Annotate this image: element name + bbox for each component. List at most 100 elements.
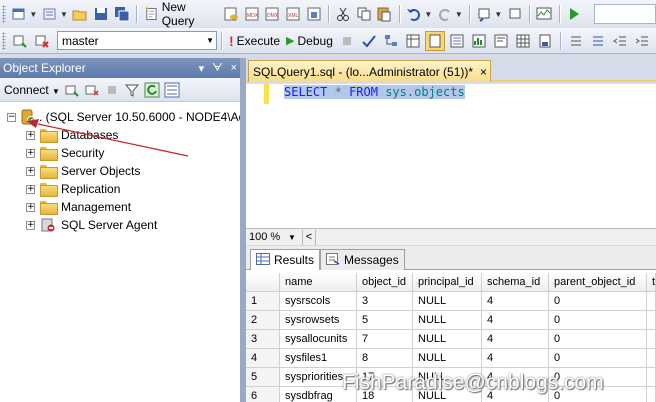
expand-icon[interactable]: + [26,202,35,212]
debug-button[interactable]: ▶ Debug [283,30,336,52]
cell-schema-id[interactable]: 4 [482,311,549,330]
uncomment-icon[interactable] [588,31,608,51]
connect-object-explorer-icon[interactable] [63,80,81,100]
tree-node-replication[interactable]: + Replication [26,180,120,198]
results-to-text-icon[interactable] [491,31,511,51]
cell-rownum[interactable]: 3 [246,330,280,349]
stop-icon[interactable] [103,80,121,100]
tab-results[interactable]: Results [250,249,321,270]
column-header-rownum[interactable] [246,273,280,292]
toolbar-grip[interactable] [2,31,6,50]
new-project-icon[interactable] [10,4,29,24]
disconnect-icon[interactable] [32,31,52,51]
table-row[interactable]: 1 sysrscols 3 NULL 4 0 [246,292,656,311]
cell-schema-id[interactable]: 4 [482,292,549,311]
undo-dropdown-icon[interactable]: ▼ [424,10,432,19]
cell-name[interactable]: sysrscols [280,292,357,311]
database-engine-query-icon[interactable] [222,4,241,24]
cell-parent-object-id[interactable]: 0 [549,349,647,368]
server-node[interactable]: − . (SQL Server 10.50.6000 - NODE4\Adr [7,108,249,126]
navigate-back-dropdown-icon[interactable]: ▼ [494,10,502,19]
connect-button[interactable]: Connect ▼ [4,83,60,97]
query-document-tab[interactable]: SQLQuery1.sql - (lo...Administrator (51)… [248,60,491,82]
display-estimated-plan-icon[interactable] [381,31,401,51]
redo-icon[interactable] [435,4,454,24]
cell-rownum[interactable]: 6 [246,387,280,402]
disconnect-object-explorer-icon[interactable] [83,80,101,100]
cell-type[interactable] [647,311,656,330]
chevron-down-icon[interactable]: ▼ [288,233,302,242]
undo-icon[interactable] [405,4,424,24]
find-input[interactable] [594,4,656,24]
sql-compact-query-icon[interactable] [304,4,323,24]
increase-indent-icon[interactable] [632,31,652,51]
cell-object-id[interactable]: 3 [357,292,413,311]
cell-rownum[interactable]: 4 [246,349,280,368]
add-item-dropdown-icon[interactable]: ▼ [60,10,68,19]
column-header-name[interactable]: name [280,273,357,292]
expand-icon[interactable]: + [26,130,35,140]
execute-button[interactable]: ! Execute [226,30,283,52]
save-all-icon[interactable] [112,4,131,24]
comment-icon[interactable] [566,31,586,51]
navigate-forward-icon[interactable] [505,4,524,24]
cell-rownum[interactable]: 5 [246,368,280,387]
tree-node-security[interactable]: + Security [26,144,104,162]
analysis-xmla-icon[interactable]: XML [284,4,303,24]
cell-name[interactable]: sysallocunits [280,330,357,349]
tree-node-server-objects[interactable]: + Server Objects [26,162,140,180]
connect-icon[interactable] [10,31,30,51]
cell-name[interactable]: sysrowsets [280,311,357,330]
cell-parent-object-id[interactable]: 0 [549,330,647,349]
expand-icon[interactable]: + [26,184,35,194]
cell-type[interactable] [647,368,656,387]
cut-icon[interactable] [334,4,353,24]
query-designer-icon[interactable] [403,31,423,51]
tree-node-management[interactable]: + Management [26,198,131,216]
cell-type[interactable] [647,387,656,402]
cell-principal-id[interactable]: NULL [413,349,482,368]
refresh-icon[interactable] [143,80,161,100]
cell-type[interactable] [647,349,656,368]
paste-icon[interactable] [375,4,394,24]
activity-monitor-icon[interactable] [535,4,554,24]
pin-icon[interactable]: ᗄ [212,62,222,75]
cell-type[interactable] [647,330,656,349]
tree-node-sql-server-agent[interactable]: + SQL Server Agent [26,216,157,234]
decrease-indent-icon[interactable] [610,31,630,51]
cell-rownum[interactable]: 1 [246,292,280,311]
table-row[interactable]: 3 sysallocunits 7 NULL 4 0 [246,330,656,349]
analysis-mdx-icon[interactable]: MDX [242,4,261,24]
sql-text[interactable]: SELECT * FROM sys.objects [284,84,465,100]
database-select[interactable]: master ▼ [57,31,217,50]
cell-object-id[interactable]: 7 [357,330,413,349]
close-icon[interactable]: × [231,62,237,75]
include-actual-plan-icon[interactable] [447,31,467,51]
cancel-query-icon[interactable] [337,31,357,51]
client-statistics-icon[interactable] [469,31,489,51]
filter-icon[interactable] [123,80,141,100]
cell-principal-id[interactable]: NULL [413,292,482,311]
parse-checkmark-icon[interactable] [359,31,379,51]
cell-object-id[interactable]: 8 [357,349,413,368]
cell-object-id[interactable]: 5 [357,311,413,330]
window-position-icon[interactable]: ▾ [199,62,205,75]
tree-node-databases[interactable]: + Databases [26,126,118,144]
summary-icon[interactable] [163,80,181,100]
start-debugging-icon[interactable] [565,4,584,24]
table-row[interactable]: 4 sysfiles1 8 NULL 4 0 [246,349,656,368]
expand-icon[interactable]: + [26,148,35,158]
column-header-parent-object-id[interactable]: parent_object_id [549,273,647,292]
cell-principal-id[interactable]: NULL [413,330,482,349]
new-query-button[interactable]: New Query [141,0,221,28]
zoom-level[interactable]: 100 % [246,231,288,243]
close-tab-icon[interactable]: × [480,65,487,79]
expand-icon[interactable]: + [26,166,35,176]
query-editor[interactable]: SELECT * FROM sys.objects [246,84,656,228]
cell-principal-id[interactable]: NULL [413,311,482,330]
cell-rownum[interactable]: 2 [246,311,280,330]
results-to-grid-icon[interactable] [513,31,533,51]
collapse-icon[interactable]: − [7,112,16,122]
cell-parent-object-id[interactable]: 0 [549,292,647,311]
column-header-schema-id[interactable]: schema_id [482,273,549,292]
